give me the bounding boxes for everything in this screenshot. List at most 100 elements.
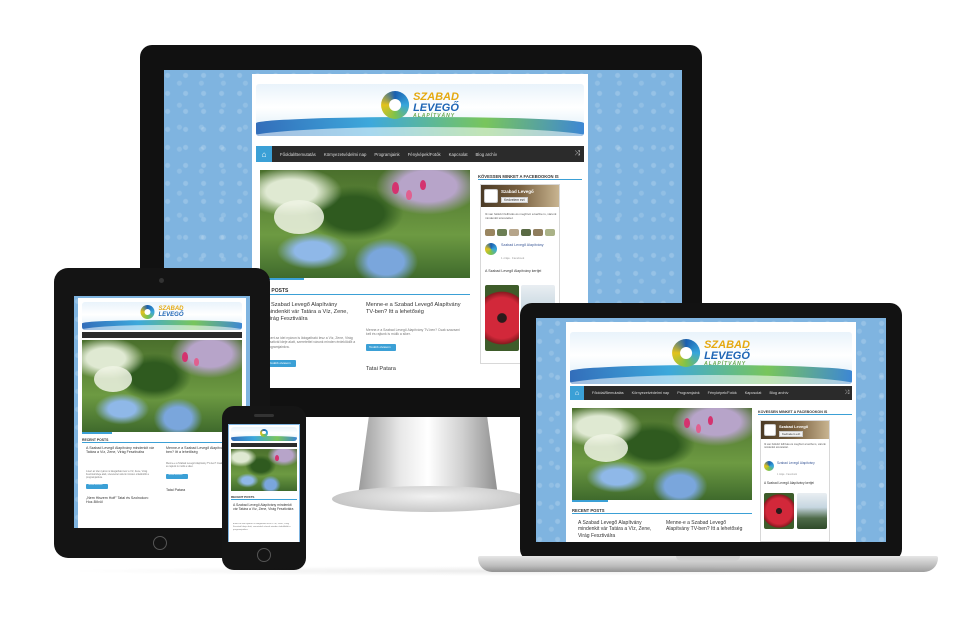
logo-line2: LEVEGŐ — [413, 101, 459, 114]
fb-avatar — [484, 189, 498, 203]
recent-posts-heading: RECENT POSTS — [572, 508, 752, 514]
nav-item[interactable]: Blog archív — [769, 391, 788, 395]
fb-caption: A Szabad Levegő Alapítvány kertjei — [764, 481, 814, 485]
nav-item[interactable]: Főoldal/Bemutatás — [592, 391, 624, 395]
logo-swirl-icon — [381, 91, 410, 120]
site-logo — [260, 428, 268, 437]
fb-post-avatar — [764, 461, 774, 471]
fb-avatar — [764, 424, 776, 436]
phone-speaker — [254, 414, 274, 417]
tablet-page: SZABAD LEVEGŐ RECENT POSTS A Szabad Leve… — [78, 298, 246, 528]
home-icon[interactable]: ⌂ — [570, 386, 584, 400]
nav-item[interactable]: Környezetvédelmi nap — [324, 152, 367, 157]
fb-post-name[interactable]: Szabad Levegő Alapítvány — [501, 243, 557, 255]
featured-photo[interactable] — [572, 408, 752, 500]
post-title[interactable]: A Szabad Levegő Alapítvány mindenkit vár… — [86, 446, 156, 468]
facebook-heading: KÖVESSEN MINKET A FACEBOOKON IS — [758, 410, 852, 415]
recent-posts-heading: ENT POSTS — [260, 288, 470, 295]
site-logo: SZABAD LEVEGŐ — [140, 304, 184, 319]
shuffle-icon[interactable]: ⤨ — [844, 390, 852, 397]
logo-line3: ALAPÍTVÁNY — [413, 112, 456, 119]
post-title[interactable]: Menne-e a Szabad Levegő Alapítvány TV-be… — [366, 302, 462, 324]
nav-item[interactable]: Blog archív — [476, 152, 498, 157]
featured-photo[interactable] — [260, 170, 470, 278]
monitor-stand-foot — [332, 486, 528, 512]
slider-progress — [572, 500, 608, 502]
tablet-home-button[interactable] — [153, 536, 167, 550]
logo-line3: ALAPÍTVÁNY — [704, 360, 747, 367]
featured-photo[interactable] — [231, 449, 297, 491]
read-more-button[interactable]: Tovább olvasom — [266, 360, 296, 367]
facebook-widget: Szabad Levegő Kedvelem ezt Itt van hétkö… — [760, 420, 830, 542]
nav-item[interactable]: Programjaink — [374, 152, 399, 157]
phone-screen: RECENT POSTS A Szabad Levegő Alapítvány … — [228, 424, 300, 542]
fb-caption: A Szabad Levegő Alapítvány kertjei — [485, 269, 542, 273]
site-nav: ⌂ Főoldal/Bemutatás Környezetvédelmi nap… — [256, 146, 584, 162]
site-nav — [231, 443, 297, 447]
fb-photo-poppy[interactable] — [485, 285, 519, 351]
post-excerpt: A kert az idei nyáron is látogatható les… — [266, 336, 356, 349]
post-title[interactable]: A Szabad Levegő Alapítvány mindenkit vár… — [266, 302, 358, 334]
shuffle-icon[interactable]: ⤨ — [574, 150, 584, 158]
fb-post-meta: 1 órája · Facebook — [501, 257, 525, 260]
logo-line2: LEVEGŐ — [158, 311, 184, 318]
post-title[interactable]: Menne-e a Szabad Levegő Alapítvány TV-be… — [666, 520, 748, 542]
read-more-button[interactable]: Tovább olvasom — [166, 474, 188, 479]
site-nav — [82, 332, 242, 338]
logo-swirl-icon — [260, 428, 268, 437]
fb-post-avatar — [485, 243, 497, 255]
site-banner: SZABAD LEVEGŐ ALAPÍTVÁNY — [256, 84, 584, 136]
logo-line1: SZABAD — [704, 338, 750, 351]
nav-item[interactable]: Kapcsolat — [745, 391, 762, 395]
recent-posts-heading: RECENT POSTS — [231, 495, 297, 500]
phone-page: RECENT POSTS A Szabad Levegő Alapítvány … — [229, 425, 299, 542]
nav-item[interactable]: Főoldal/Bemutatás — [280, 152, 316, 157]
nav-item[interactable]: Fényképek/Fotók — [408, 152, 441, 157]
home-icon[interactable]: ⌂ — [256, 146, 272, 162]
nav-item[interactable]: Programjaink — [677, 391, 699, 395]
site-logo: SZABAD LEVEGŐ ALAPÍTVÁNY — [381, 90, 459, 120]
tablet-camera — [159, 278, 164, 283]
fb-post-text: Itt van hétközi felhívás és meghívó a ke… — [485, 213, 557, 220]
logo-swirl-icon — [672, 339, 701, 368]
site-banner: SZABAD LEVEGŐ — [82, 302, 242, 330]
post-excerpt: A kert az idei nyáron is látogatható les… — [233, 523, 291, 531]
laptop-screen: SZABAD LEVEGŐ ALAPÍTVÁNY ⌂ Főoldal/Bemut… — [536, 318, 886, 542]
fb-like-button[interactable]: Kedvelem ezt — [779, 431, 804, 437]
logo-swirl-icon — [140, 304, 155, 319]
laptop-notch — [676, 556, 740, 561]
facebook-heading: KÖVESSEN MINKET A FACEBOOKON IS — [478, 174, 582, 180]
fb-photo-poppy[interactable] — [764, 493, 794, 529]
responsive-mockup: SZABAD LEVEGŐ ALAPÍTVÁNY ⌂ Főoldal/Bemut… — [0, 0, 960, 640]
site-banner — [231, 427, 297, 441]
nav-item[interactable]: Fényképek/Fotók — [708, 391, 737, 395]
read-more-button[interactable]: Tovább olvasom — [86, 484, 108, 489]
slider-progress — [82, 432, 112, 434]
monitor-stand-neck — [358, 414, 498, 496]
nav-item[interactable]: Kapcsolat — [449, 152, 468, 157]
logo-line2: LEVEGŐ — [704, 349, 750, 362]
featured-photo[interactable] — [82, 340, 242, 432]
post-title[interactable]: A Szabad Levegő Alapítvány mindenkit vár… — [578, 520, 658, 542]
post-excerpt: A kert az idei nyáron is látogatható les… — [86, 470, 149, 480]
site-nav: ⌂ Főoldal/Bemutatás Környezetvédelmi nap… — [570, 386, 852, 400]
nav-item[interactable]: Környezetvédelmi nap — [632, 391, 670, 395]
post-title[interactable]: A Szabad Levegő Alapítvány mindenkit vár… — [233, 503, 295, 521]
post-title[interactable]: „Nem Hiszem Hoff" Tatai és Szolnokon: Ho… — [86, 496, 156, 512]
read-more-button[interactable]: Tovább olvasom — [366, 344, 396, 351]
fb-post-name[interactable]: Szabad Levegő Alapítvány — [777, 461, 827, 471]
fb-like-button[interactable]: Kedvelem ezt — [501, 197, 528, 203]
floor-shadow — [60, 566, 940, 576]
laptop-page: SZABAD LEVEGŐ ALAPÍTVÁNY ⌂ Főoldal/Bemut… — [566, 322, 856, 542]
site-banner: SZABAD LEVEGŐ ALAPÍTVÁNY — [570, 332, 852, 384]
fb-post-meta: 1 órája · Facebook — [777, 473, 797, 476]
fb-post-text: Itt van hétközi felhívás és meghívó a ke… — [764, 443, 826, 450]
phone-home-button[interactable] — [257, 548, 271, 562]
fb-page-name[interactable]: Szabad Levegő — [501, 189, 534, 194]
fb-photo-waterfall[interactable] — [797, 493, 827, 529]
logo-line1: SZABAD — [413, 90, 459, 103]
site-logo: SZABAD LEVEGŐ ALAPÍTVÁNY — [672, 338, 750, 368]
fb-page-name[interactable]: Szabad Levegő — [779, 424, 808, 429]
post-title[interactable]: Tatai Patara — [366, 366, 462, 374]
recent-posts-heading: RECENT POSTS — [82, 438, 242, 443]
